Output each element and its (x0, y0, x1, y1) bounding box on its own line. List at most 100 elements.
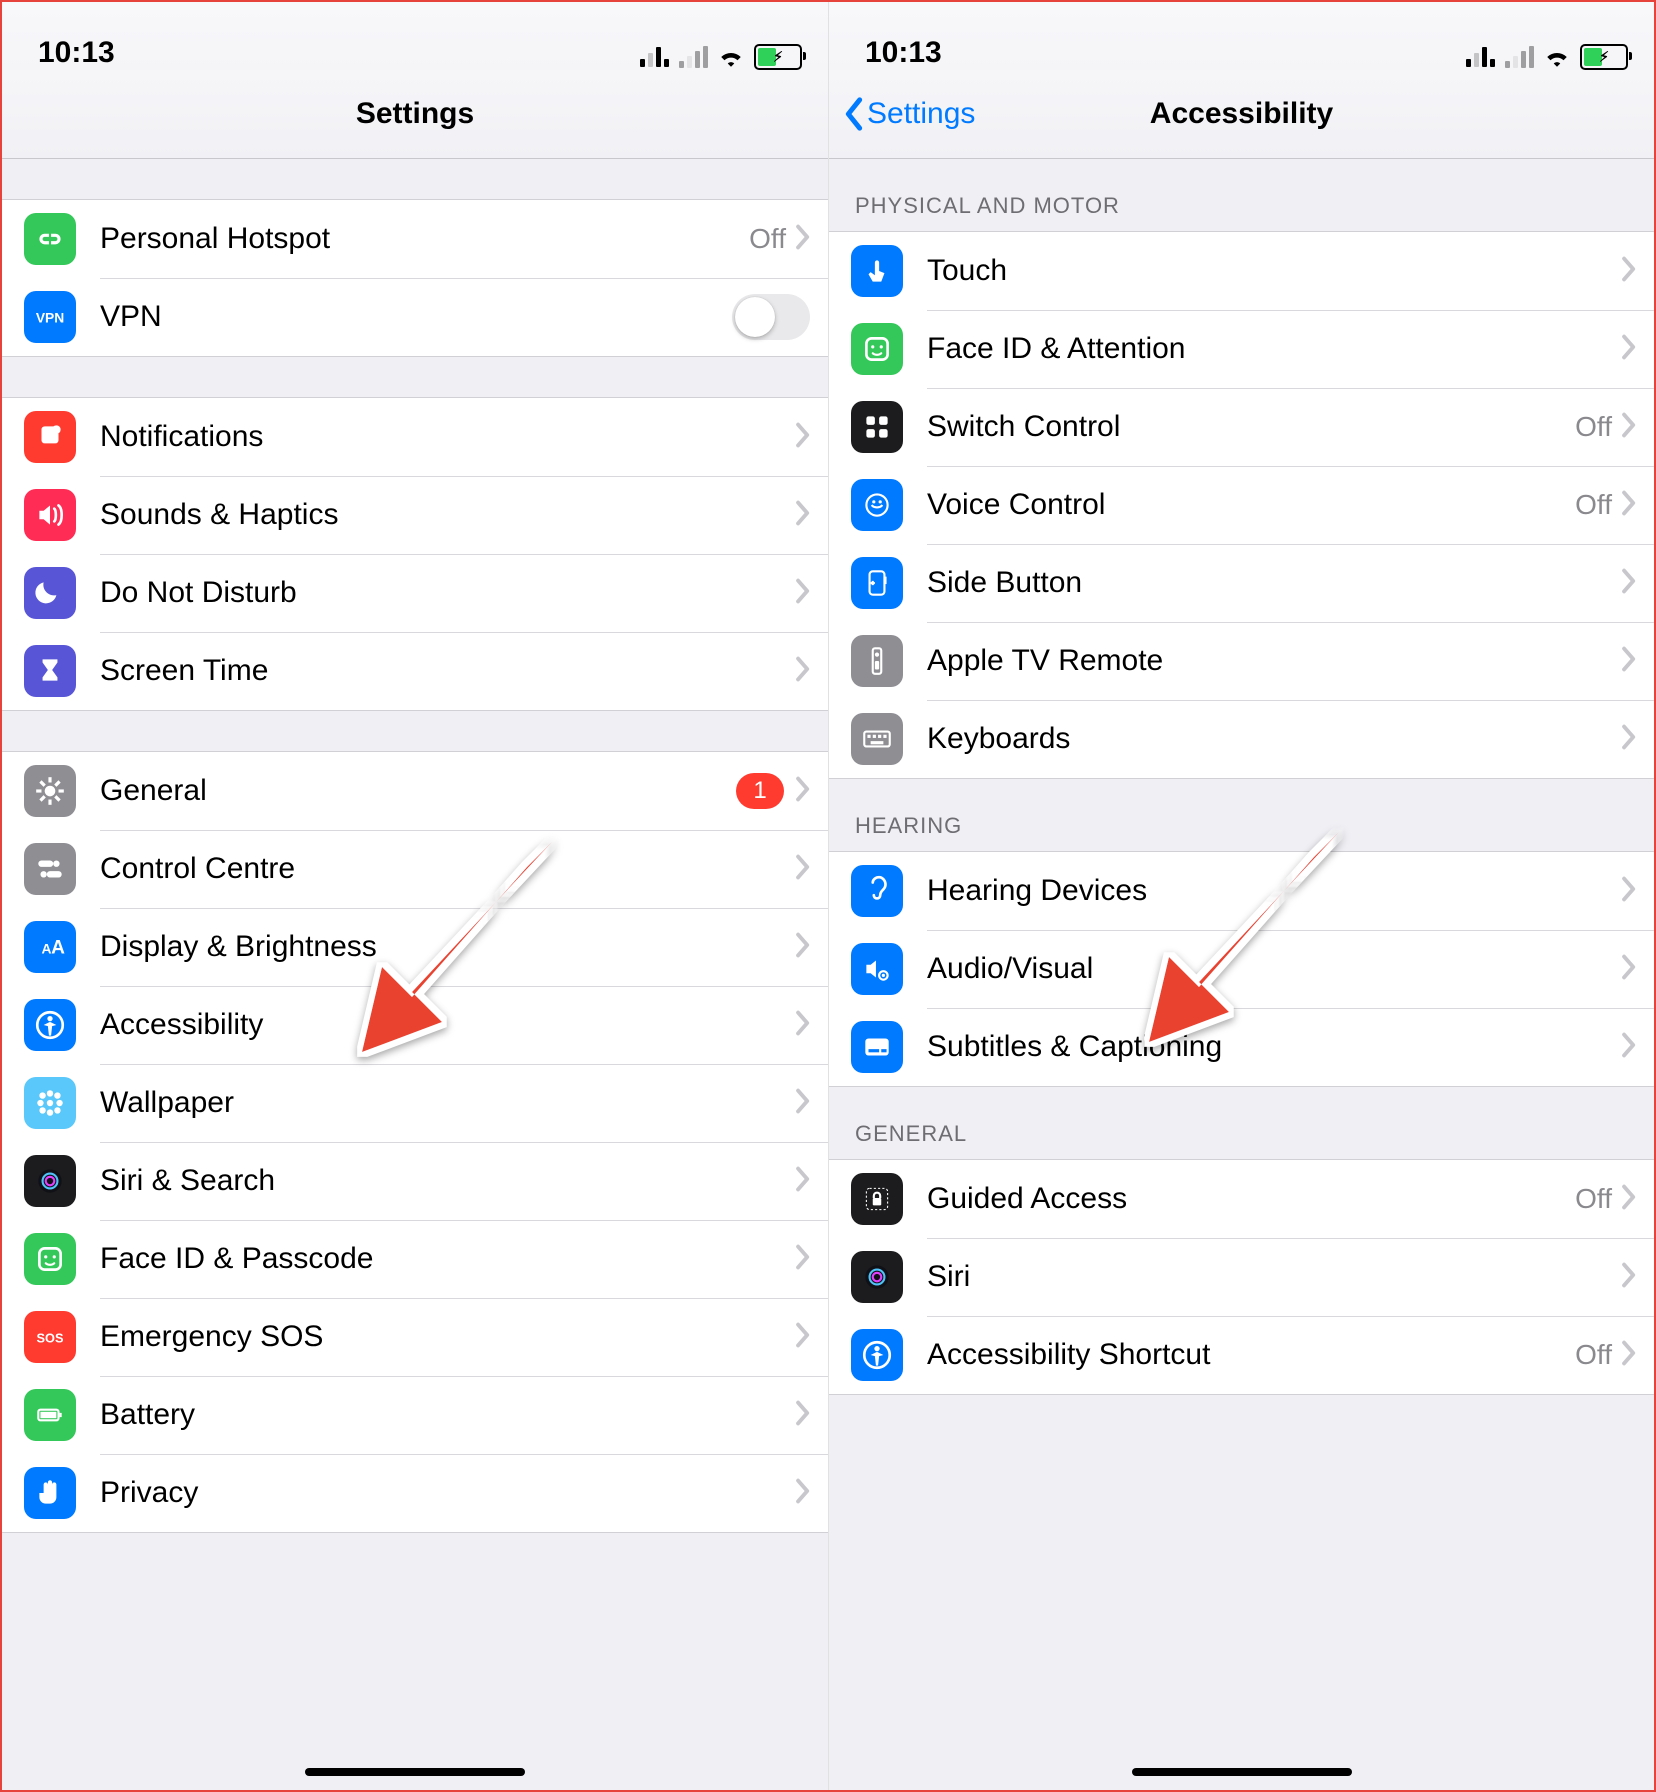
chevron-right-icon (794, 1088, 810, 1119)
row-touch[interactable]: Touch (829, 232, 1654, 310)
home-indicator (305, 1768, 525, 1776)
chevron-right-icon (794, 224, 810, 255)
row-display[interactable]: AADisplay & Brightness (2, 908, 828, 986)
row-hearingdev[interactable]: Hearing Devices (829, 852, 1654, 930)
chevron-right-icon (1620, 1262, 1636, 1293)
battery-icon: ⚡︎ (1580, 44, 1628, 70)
row-label: Apple TV Remote (903, 644, 1620, 678)
cellular-1-icon (640, 47, 669, 67)
row-switchctl[interactable]: Switch ControlOff (829, 388, 1654, 466)
row-faceatt[interactable]: Face ID & Attention (829, 310, 1654, 388)
keyboard-icon (851, 713, 903, 765)
toggle-vpn[interactable] (732, 294, 810, 340)
chevron-right-icon (1620, 954, 1636, 985)
row-keyboards[interactable]: Keyboards (829, 700, 1654, 778)
battery-icon (24, 1389, 76, 1441)
chevron-right-icon (1620, 724, 1636, 755)
back-button[interactable]: Settings (829, 97, 975, 131)
row-label: Switch Control (903, 410, 1575, 444)
side-icon (851, 557, 903, 609)
chevron-right-icon (794, 656, 810, 687)
chevron-right-icon (794, 776, 810, 807)
nav-bar: Settings (2, 70, 828, 159)
chevron-right-icon (794, 1322, 810, 1353)
row-siri[interactable]: Siri & Search (2, 1142, 828, 1220)
row-controlcentre[interactable]: Control Centre (2, 830, 828, 908)
row-general[interactable]: General1 (2, 752, 828, 830)
wifi-icon (1544, 47, 1570, 67)
row-notifications[interactable]: Notifications (2, 398, 828, 476)
hourglass-icon (24, 645, 76, 697)
row-hotspot[interactable]: Personal HotspotOff (2, 200, 828, 278)
cellular-2-icon (679, 46, 708, 68)
row-battery[interactable]: Battery (2, 1376, 828, 1454)
row-audiovisual[interactable]: Audio/Visual (829, 930, 1654, 1008)
speaker-icon (24, 489, 76, 541)
lock-icon (851, 1173, 903, 1225)
row-label: Siri (903, 1260, 1620, 1294)
chevron-right-icon (1620, 256, 1636, 287)
cellular-1-icon (1466, 47, 1495, 67)
row-value: Off (1575, 1339, 1620, 1371)
chevron-right-icon (794, 932, 810, 963)
status-icons: ⚡︎ (640, 44, 802, 70)
row-label: Audio/Visual (903, 952, 1620, 986)
bell-icon (24, 411, 76, 463)
row-accessibility[interactable]: Accessibility (2, 986, 828, 1064)
chevron-right-icon (794, 578, 810, 609)
chevron-right-icon (1620, 1032, 1636, 1063)
remote-icon (851, 635, 903, 687)
row-sidebtn[interactable]: Side Button (829, 544, 1654, 622)
screenshot-stage: 10:13 ⚡︎ Settings Personal HotspotOffVPN… (0, 0, 1656, 1792)
row-subtitles[interactable]: Subtitles & Captioning (829, 1008, 1654, 1086)
row-dnd[interactable]: Do Not Disturb (2, 554, 828, 632)
status-bar: 10:13 ⚡︎ (829, 2, 1654, 70)
row-label: Siri & Search (76, 1164, 794, 1198)
row-label: Sounds & Haptics (76, 498, 794, 532)
status-bar: 10:13 ⚡︎ (2, 2, 828, 70)
row-label: Accessibility (76, 1008, 794, 1042)
row-faceid[interactable]: Face ID & Passcode (2, 1220, 828, 1298)
battery-icon: ⚡︎ (754, 44, 802, 70)
chevron-right-icon (1620, 412, 1636, 443)
face-icon (851, 323, 903, 375)
chevron-right-icon (1620, 1184, 1636, 1215)
row-label: Screen Time (76, 654, 794, 688)
chevron-right-icon (794, 1010, 810, 1041)
chevron-right-icon (1620, 568, 1636, 599)
back-label: Settings (867, 97, 975, 131)
status-time: 10:13 (38, 36, 115, 70)
row-vpn[interactable]: VPNVPN (2, 278, 828, 356)
row-voicectl[interactable]: Voice ControlOff (829, 466, 1654, 544)
row-label: Display & Brightness (76, 930, 794, 964)
row-label: Voice Control (903, 488, 1575, 522)
row-screentime[interactable]: Screen Time (2, 632, 828, 710)
person-icon (24, 999, 76, 1051)
row-label: Emergency SOS (76, 1320, 794, 1354)
person-icon (851, 1329, 903, 1381)
flower-icon (24, 1077, 76, 1129)
row-value: Off (1575, 1183, 1620, 1215)
row-value: Off (1575, 489, 1620, 521)
chevron-right-icon (794, 1244, 810, 1275)
row-tvremote[interactable]: Apple TV Remote (829, 622, 1654, 700)
link-icon (24, 213, 76, 265)
row-sounds[interactable]: Sounds & Haptics (2, 476, 828, 554)
chevron-right-icon (794, 854, 810, 885)
row-shortcut[interactable]: Accessibility ShortcutOff (829, 1316, 1654, 1394)
row-guided[interactable]: Guided AccessOff (829, 1160, 1654, 1238)
row-siri2[interactable]: Siri (829, 1238, 1654, 1316)
row-label: Notifications (76, 420, 794, 454)
row-label: Face ID & Attention (903, 332, 1620, 366)
touch-icon (851, 245, 903, 297)
section-header: GENERAL (829, 1087, 1654, 1159)
row-sos[interactable]: SOSEmergency SOS (2, 1298, 828, 1376)
row-privacy[interactable]: Privacy (2, 1454, 828, 1532)
row-label: Accessibility Shortcut (903, 1338, 1575, 1372)
chevron-right-icon (1620, 1340, 1636, 1371)
row-wallpaper[interactable]: Wallpaper (2, 1064, 828, 1142)
ear-icon (851, 865, 903, 917)
chevron-right-icon (794, 422, 810, 453)
section-header: PHYSICAL AND MOTOR (829, 159, 1654, 231)
chevron-right-icon (794, 1400, 810, 1431)
